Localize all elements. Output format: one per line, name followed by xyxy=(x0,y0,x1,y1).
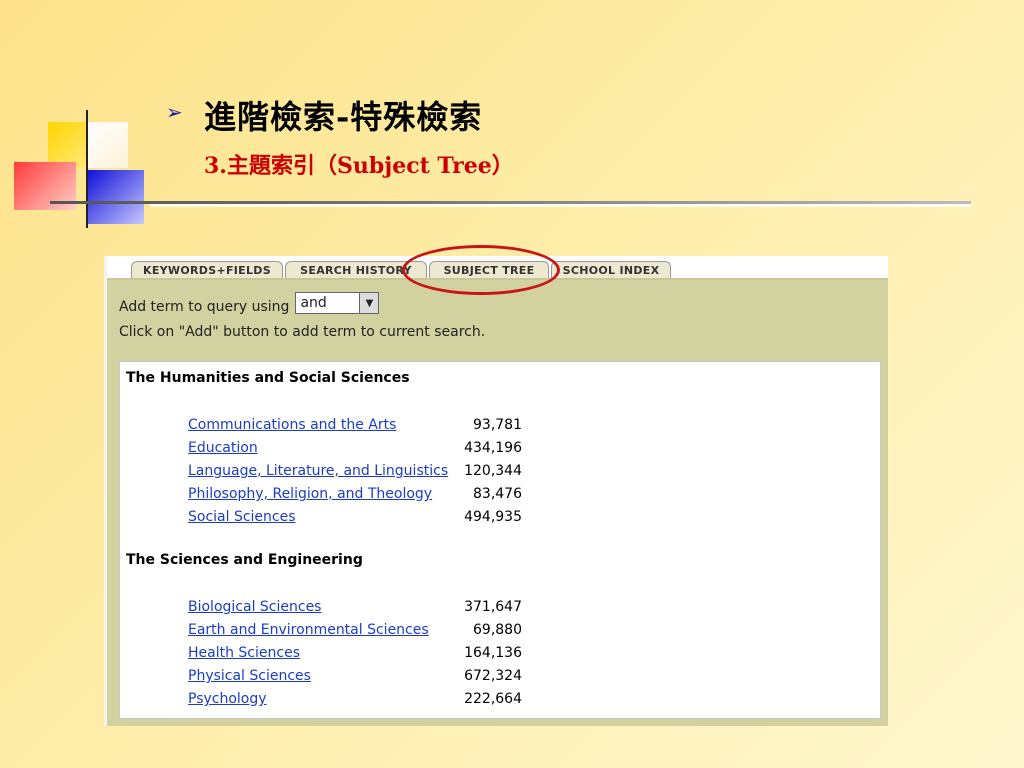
list-item: Physical Sciences 672,324 xyxy=(188,668,522,684)
subject-link[interactable]: Education xyxy=(188,440,258,456)
list-item: Biological Sciences 371,647 xyxy=(188,599,522,615)
chevron-down-icon[interactable]: ▼ xyxy=(359,293,379,313)
section-heading: The Humanities and Social Sciences xyxy=(126,370,410,386)
subject-link[interactable]: Communications and the Arts xyxy=(188,417,396,433)
tab-keywords-fields[interactable]: KEYWORDS+FIELDS xyxy=(131,261,283,279)
subject-link[interactable]: Biological Sciences xyxy=(188,599,321,615)
item-count: 494,935 xyxy=(464,509,522,525)
subject-link[interactable]: Health Sciences xyxy=(188,645,300,661)
item-count: 83,476 xyxy=(473,486,522,502)
item-count: 434,196 xyxy=(464,440,522,456)
item-count: 120,344 xyxy=(464,463,522,479)
list-item: Social Sciences 494,935 xyxy=(188,509,522,525)
slide-subtitle: 3.主題索引（Subject Tree） xyxy=(204,153,514,179)
item-count: 672,324 xyxy=(464,668,522,684)
item-count: 371,647 xyxy=(464,599,522,615)
subject-link[interactable]: Philosophy, Religion, and Theology xyxy=(188,486,432,502)
list-item: Education 434,196 xyxy=(188,440,522,456)
section-heading: The Sciences and Engineering xyxy=(126,552,363,568)
operator-select[interactable]: and ▼ xyxy=(295,292,380,314)
subject-link[interactable]: Earth and Environmental Sciences xyxy=(188,622,429,638)
decor-blue-square xyxy=(88,170,144,224)
slide-title: 進階檢索-特殊檢索 xyxy=(204,98,483,136)
instruction-text: Click on "Add" button to add term to cur… xyxy=(119,324,486,340)
list-item: Psychology 222,664 xyxy=(188,691,522,707)
subject-link[interactable]: Language, Literature, and Linguistics xyxy=(188,463,448,479)
bullet-arrow-icon: ➢ xyxy=(166,100,183,124)
item-count: 164,136 xyxy=(464,645,522,661)
add-term-label: Add term to query using xyxy=(119,299,290,315)
list-item: Communications and the Arts 93,781 xyxy=(188,417,522,433)
item-count: 69,880 xyxy=(473,622,522,638)
list-item: Philosophy, Religion, and Theology 83,47… xyxy=(188,486,522,502)
decor-horizontal-highlight xyxy=(150,204,971,207)
decor-vertical-line xyxy=(86,110,88,228)
subject-link[interactable]: Social Sciences xyxy=(188,509,296,525)
subject-link[interactable]: Physical Sciences xyxy=(188,668,311,684)
operator-value: and xyxy=(300,295,327,311)
list-item: Language, Literature, and Linguistics 12… xyxy=(188,463,522,479)
item-count: 222,664 xyxy=(464,691,522,707)
screenshot-panel: KEYWORDS+FIELDS SEARCH HISTORY SUBJECT T… xyxy=(104,256,888,726)
decor-white-square xyxy=(88,122,128,168)
list-item: Earth and Environmental Sciences 69,880 xyxy=(188,622,522,638)
item-count: 93,781 xyxy=(473,417,522,433)
subject-link[interactable]: Psychology xyxy=(188,691,267,707)
query-controls: Add term to query using and ▼ Click on "… xyxy=(119,292,486,340)
subject-list: The Humanities and Social Sciences Commu… xyxy=(119,361,881,719)
tab-school-index[interactable]: SCHOOL INDEX xyxy=(551,261,671,279)
highlight-circle xyxy=(402,245,560,295)
list-item: Health Sciences 164,136 xyxy=(188,645,522,661)
